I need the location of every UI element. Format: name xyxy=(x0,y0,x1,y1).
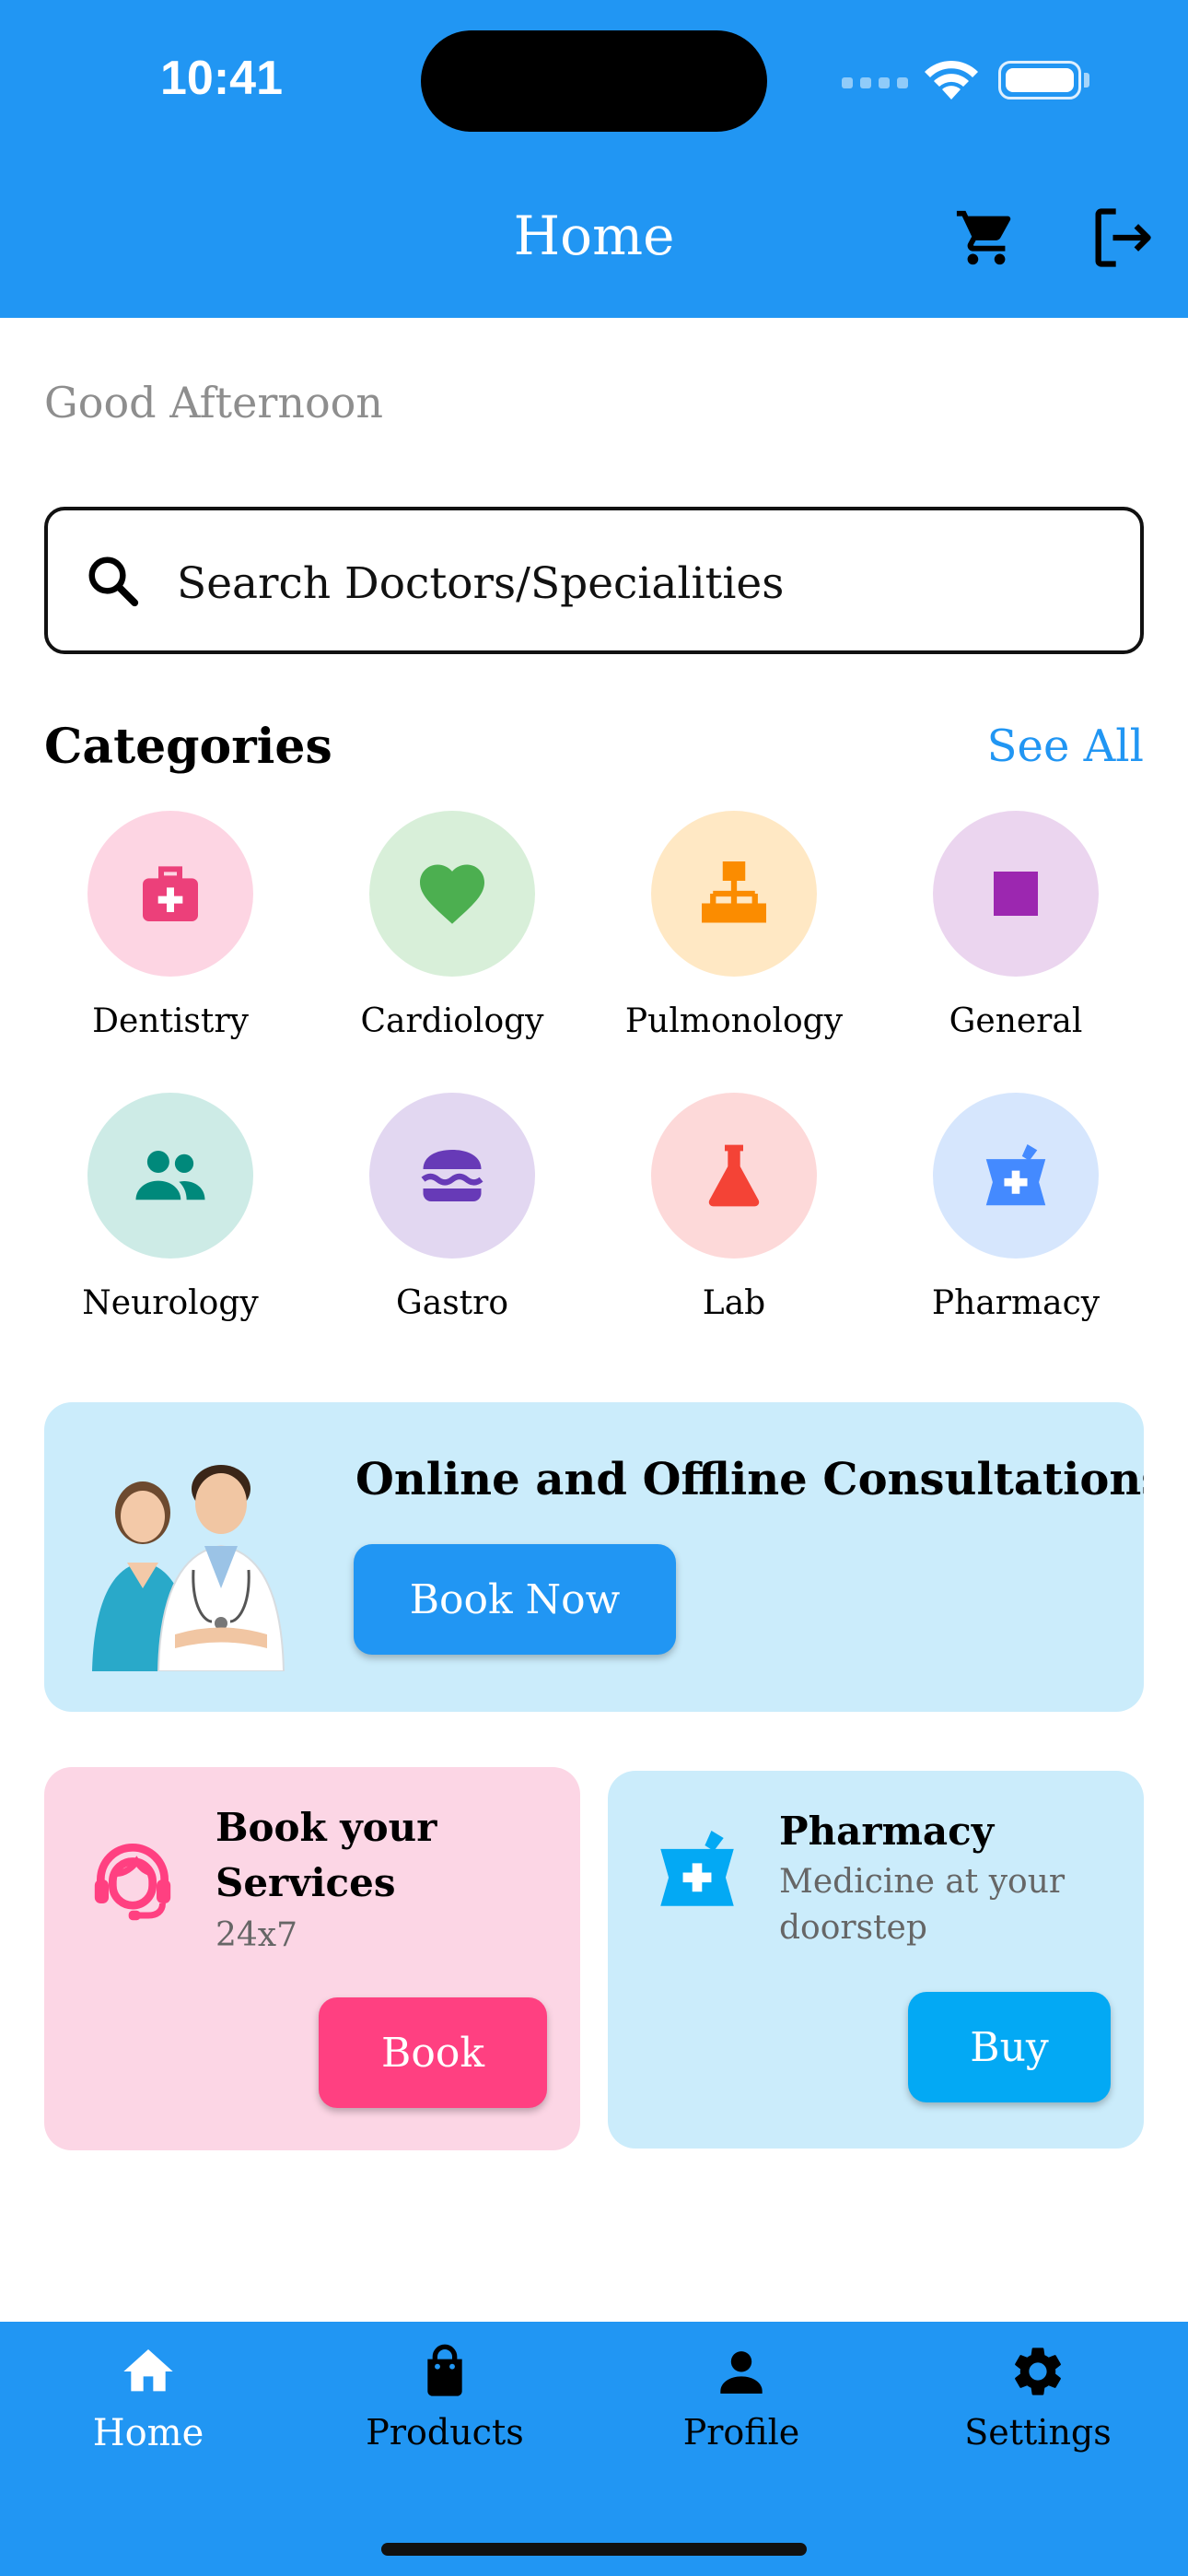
pharmacy-icon xyxy=(985,1143,1046,1206)
gear-icon xyxy=(1015,2348,1061,2395)
bag-icon xyxy=(427,2344,462,2396)
category-icon-circle xyxy=(369,1093,535,1259)
banner-title: Online and Offline Consultations xyxy=(355,1454,1144,1505)
doctors-illustration xyxy=(92,1465,285,1671)
category-label: Pharmacy xyxy=(931,1284,1101,1322)
signal-icon xyxy=(842,77,908,88)
services-title: Book your Services xyxy=(215,1805,437,1905)
nav-label: Profile xyxy=(682,2412,800,2453)
wifi-icon xyxy=(925,60,978,100)
nav-label: Home xyxy=(92,2412,204,2454)
pharmacy-icon xyxy=(660,1831,734,1906)
category-icon-circle xyxy=(933,1093,1099,1259)
category-icon-circle xyxy=(87,1093,253,1259)
buy-button[interactable]: Buy xyxy=(908,1992,1111,2102)
home-indicator[interactable] xyxy=(381,2543,807,2556)
burger-icon xyxy=(421,1150,483,1201)
dynamic-island xyxy=(421,30,767,132)
battery-icon xyxy=(998,61,1081,100)
book-button[interactable]: Book xyxy=(319,1997,547,2108)
square-icon xyxy=(994,872,1038,916)
category-icon-circle xyxy=(369,811,535,977)
bottom-nav: Home Products Profile Settings xyxy=(0,2322,1188,2576)
book-now-button[interactable]: Book Now xyxy=(354,1544,676,1655)
services-card: Book your Services 24x7 Book xyxy=(44,1767,580,2150)
category-icon-circle xyxy=(933,811,1099,977)
heart-icon xyxy=(420,864,484,924)
nav-label: Products xyxy=(366,2412,524,2453)
category-pulmonology[interactable]: Pulmonology xyxy=(614,811,854,1040)
category-label: Lab xyxy=(702,1284,766,1322)
category-general[interactable]: General xyxy=(896,811,1136,1040)
person-icon xyxy=(720,2351,763,2394)
nav-home[interactable]: Home xyxy=(0,2342,297,2454)
greeting-text: Good Afternoon xyxy=(44,378,383,427)
status-bar: 10:41 xyxy=(0,0,1188,157)
pharmacy-card: Pharmacy Medicine at your doorstep Buy xyxy=(608,1771,1144,2149)
category-lab[interactable]: Lab xyxy=(614,1093,854,1322)
support-agent-icon xyxy=(94,1844,171,1921)
cart-icon[interactable] xyxy=(954,205,1019,270)
status-time: 10:41 xyxy=(160,52,283,105)
category-label: General xyxy=(949,1002,1083,1040)
search-icon xyxy=(88,556,139,607)
categories-title: Categories xyxy=(44,719,332,775)
category-neurology[interactable]: Neurology xyxy=(51,1093,290,1322)
category-label: Dentistry xyxy=(92,1002,249,1040)
category-gastro[interactable]: Gastro xyxy=(332,1093,572,1322)
category-label: Neurology xyxy=(82,1284,259,1322)
app-bar: Home xyxy=(0,157,1188,318)
category-icon-circle xyxy=(651,1093,817,1259)
category-icon-circle xyxy=(651,811,817,977)
medkit-icon xyxy=(143,866,198,921)
people-icon xyxy=(135,1151,205,1200)
search-placeholder: Search Doctors/Specialities xyxy=(177,558,785,609)
consultation-banner: Online and Offline Consultations Book No… xyxy=(44,1402,1144,1712)
category-pharmacy[interactable]: Pharmacy xyxy=(896,1093,1136,1322)
flask-icon xyxy=(708,1144,760,1207)
see-all-link[interactable]: See All xyxy=(987,720,1144,772)
home-icon xyxy=(123,2349,173,2392)
nav-label: Settings xyxy=(964,2412,1112,2453)
sitemap-icon xyxy=(702,861,766,923)
logout-icon[interactable] xyxy=(1087,203,1157,273)
nav-profile[interactable]: Profile xyxy=(593,2342,890,2453)
pharmacy-title: Pharmacy xyxy=(779,1809,995,1854)
category-label: Gastro xyxy=(395,1284,509,1322)
category-label: Cardiology xyxy=(360,1002,544,1040)
nav-products[interactable]: Products xyxy=(297,2342,593,2453)
search-input[interactable]: Search Doctors/Specialities xyxy=(44,507,1144,654)
category-dentistry[interactable]: Dentistry xyxy=(51,811,290,1040)
pharmacy-subtitle: Medicine at your doorstep xyxy=(779,1863,1066,1947)
category-label: Pulmonology xyxy=(624,1002,844,1040)
category-icon-circle xyxy=(87,811,253,977)
nav-settings[interactable]: Settings xyxy=(890,2342,1186,2453)
services-subtitle: 24x7 xyxy=(215,1916,298,1954)
category-cardiology[interactable]: Cardiology xyxy=(332,811,572,1040)
